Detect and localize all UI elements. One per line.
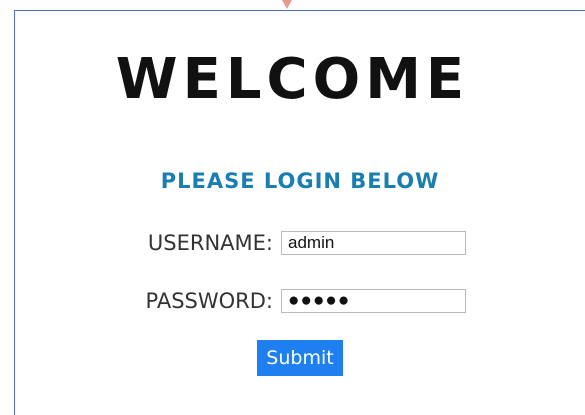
password-label: PASSWORD:	[145, 289, 273, 313]
username-row: USERNAME: admin	[0, 228, 585, 258]
login-screen: WELCOME PLEASE LOGIN BELOW USERNAME: adm…	[0, 0, 585, 415]
submit-button[interactable]: Submit	[257, 340, 343, 376]
password-row: PASSWORD: ●●●●●	[0, 286, 585, 316]
login-subtitle: PLEASE LOGIN BELOW	[160, 169, 440, 193]
page-title: WELCOME	[115, 47, 470, 112]
username-label: USERNAME:	[147, 231, 273, 255]
password-input[interactable]: ●●●●●	[281, 289, 466, 313]
username-input[interactable]: admin	[281, 231, 466, 255]
arrow-pointer-icon	[282, 0, 292, 9]
